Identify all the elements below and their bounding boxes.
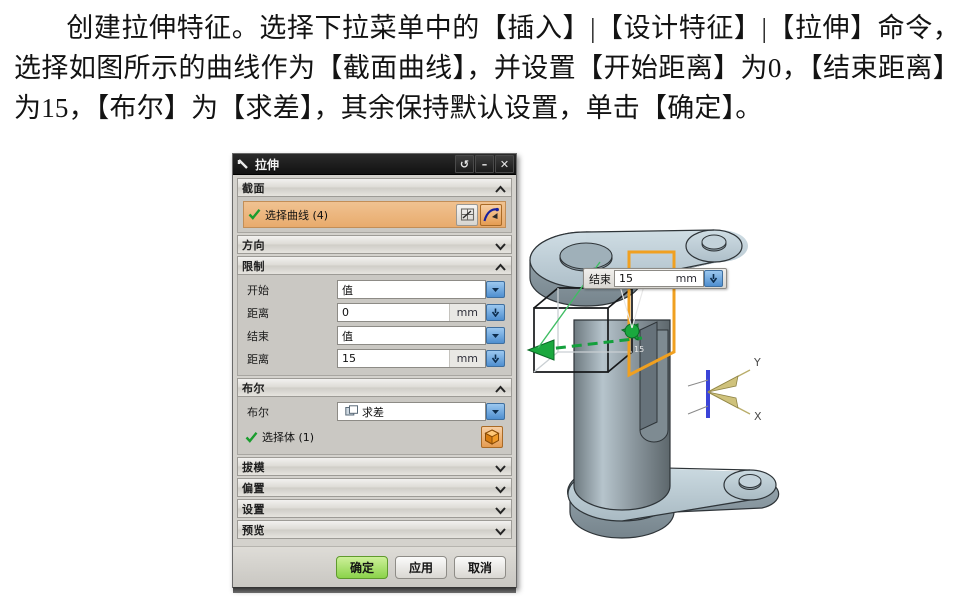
end-distance-value: 15 bbox=[342, 352, 356, 365]
floating-input-unit: mm bbox=[675, 272, 697, 285]
start-distance-label: 距离 bbox=[247, 306, 269, 320]
boolean-type-dropdown-icon[interactable] bbox=[486, 403, 505, 420]
dialog-bottom-shadow bbox=[233, 587, 516, 593]
dialog-minimize-button[interactable]: – bbox=[475, 155, 494, 173]
section-header-preview-label: 预览 bbox=[242, 523, 265, 537]
floating-input-box[interactable]: 15 mm bbox=[614, 270, 704, 287]
start-type-row: 开始 值 bbox=[243, 279, 506, 300]
select-curve-row[interactable]: 选择曲线 (4) bbox=[243, 201, 506, 228]
start-distance-input[interactable]: 0 mm bbox=[337, 303, 486, 322]
boolean-type-value-wrap: 求差 bbox=[338, 404, 485, 420]
boolean-type-row: 布尔 求差 bbox=[243, 401, 506, 422]
section-header-draft-label: 拔模 bbox=[242, 460, 265, 474]
floating-input-value: 15 bbox=[619, 272, 633, 285]
start-distance-value: 0 bbox=[342, 306, 349, 319]
limits-panel: 开始 值 距离 0 mm 结束 值 距离 15 mm bbox=[237, 275, 512, 376]
section-header-settings[interactable]: 设置 bbox=[237, 499, 512, 518]
chevron-up-icon[interactable] bbox=[494, 381, 507, 394]
boolean-panel: 布尔 求差 选择体 (1) bbox=[237, 397, 512, 455]
3d-viewport[interactable]: 15 Y X bbox=[512, 200, 812, 560]
model-graphic: 15 Y X bbox=[526, 229, 780, 539]
section-header-section[interactable]: 截面 bbox=[237, 178, 512, 197]
floating-end-distance-input[interactable]: 结束 15 mm bbox=[583, 268, 727, 289]
start-type-select[interactable]: 值 bbox=[337, 280, 486, 299]
start-type-dropdown-icon[interactable] bbox=[486, 281, 505, 298]
section-header-boolean-label: 布尔 bbox=[242, 381, 265, 395]
section-header-offset[interactable]: 偏置 bbox=[237, 478, 512, 497]
subtract-icon bbox=[345, 405, 358, 416]
dialog-grip-icon bbox=[235, 156, 251, 172]
floating-input-label: 结束 bbox=[589, 272, 611, 286]
end-type-dropdown-icon[interactable] bbox=[486, 327, 505, 344]
apply-button[interactable]: 应用 bbox=[395, 555, 447, 579]
svg-text:15: 15 bbox=[634, 345, 644, 354]
select-body-row[interactable]: 选择体 (1) bbox=[243, 424, 506, 450]
slot-cut bbox=[639, 321, 669, 443]
boolean-type-select[interactable]: 求差 bbox=[337, 402, 486, 421]
end-type-value: 值 bbox=[342, 329, 353, 343]
dialog-footer: 确定 应用 取消 bbox=[233, 546, 516, 587]
paragraph-text: 创建拉伸特征。选择下拉菜单中的【插入】|【设计特征】|【拉伸】命令，选择如图所示… bbox=[14, 13, 960, 123]
chevron-down-icon[interactable] bbox=[494, 481, 507, 494]
boolean-type-value: 求差 bbox=[362, 405, 384, 419]
extrude-dialog[interactable]: 拉伸 ↺ – ✕ 截面 选择曲线 (4) 方向 限制 开始 值 距离 0 mm … bbox=[232, 153, 517, 593]
chevron-down-icon[interactable] bbox=[494, 460, 507, 473]
check-icon bbox=[244, 431, 259, 444]
start-distance-row: 距离 0 mm bbox=[243, 302, 506, 323]
section-header-section-label: 截面 bbox=[242, 181, 265, 195]
start-type-label: 开始 bbox=[247, 283, 269, 297]
chevron-up-icon[interactable] bbox=[494, 259, 507, 272]
end-type-row: 结束 值 bbox=[243, 325, 506, 346]
start-type-value: 值 bbox=[342, 283, 353, 297]
boolean-type-label: 布尔 bbox=[247, 405, 269, 419]
check-icon bbox=[247, 208, 262, 221]
select-curve-label: 选择曲线 (4) bbox=[265, 208, 329, 222]
select-curve-icon[interactable] bbox=[480, 203, 502, 226]
section-header-settings-label: 设置 bbox=[242, 502, 265, 516]
dialog-close-button[interactable]: ✕ bbox=[495, 155, 514, 173]
chevron-down-icon[interactable] bbox=[494, 502, 507, 515]
solid-body-icon[interactable] bbox=[481, 426, 503, 448]
coordinate-triad: Y X bbox=[687, 356, 762, 423]
section-header-limits-label: 限制 bbox=[242, 259, 265, 273]
ok-button[interactable]: 确定 bbox=[336, 555, 388, 579]
chevron-down-icon[interactable] bbox=[494, 523, 507, 536]
cancel-button[interactable]: 取消 bbox=[454, 555, 506, 579]
axis-label-y: Y bbox=[753, 356, 761, 369]
section-header-boolean[interactable]: 布尔 bbox=[237, 378, 512, 397]
floating-input-stepper[interactable] bbox=[704, 270, 723, 287]
dialog-reset-button[interactable]: ↺ bbox=[455, 155, 474, 173]
dialog-body: 截面 选择曲线 (4) 方向 限制 开始 值 距离 0 mm 结束 值 距离 1… bbox=[233, 175, 516, 546]
end-type-select[interactable]: 值 bbox=[337, 326, 486, 345]
dialog-titlebar[interactable]: 拉伸 ↺ – ✕ bbox=[233, 154, 516, 175]
end-distance-row: 距离 15 mm bbox=[243, 348, 506, 369]
start-distance-unit: mm bbox=[448, 304, 485, 321]
sketch-section-icon[interactable] bbox=[456, 203, 478, 226]
chevron-down-icon[interactable] bbox=[494, 238, 507, 251]
end-distance-stepper[interactable] bbox=[486, 350, 505, 367]
section-header-preview[interactable]: 预览 bbox=[237, 520, 512, 539]
section-header-limits[interactable]: 限制 bbox=[237, 256, 512, 275]
instruction-paragraph: 创建拉伸特征。选择下拉菜单中的【插入】|【设计特征】|【拉伸】命令，选择如图所示… bbox=[0, 0, 974, 128]
dialog-title: 拉伸 bbox=[255, 157, 280, 172]
chevron-up-icon[interactable] bbox=[494, 181, 507, 194]
start-distance-stepper[interactable] bbox=[486, 304, 505, 321]
end-distance-label: 距离 bbox=[247, 352, 269, 366]
section-header-direction-label: 方向 bbox=[242, 238, 265, 252]
end-distance-unit: mm bbox=[448, 350, 485, 367]
axis-label-x: X bbox=[754, 410, 762, 423]
section-panel: 选择曲线 (4) bbox=[237, 197, 512, 233]
end-type-label: 结束 bbox=[247, 329, 269, 343]
section-header-direction[interactable]: 方向 bbox=[237, 235, 512, 254]
section-header-draft[interactable]: 拔模 bbox=[237, 457, 512, 476]
end-distance-input[interactable]: 15 mm bbox=[337, 349, 486, 368]
section-header-offset-label: 偏置 bbox=[242, 481, 265, 495]
select-body-label: 选择体 (1) bbox=[262, 431, 315, 444]
